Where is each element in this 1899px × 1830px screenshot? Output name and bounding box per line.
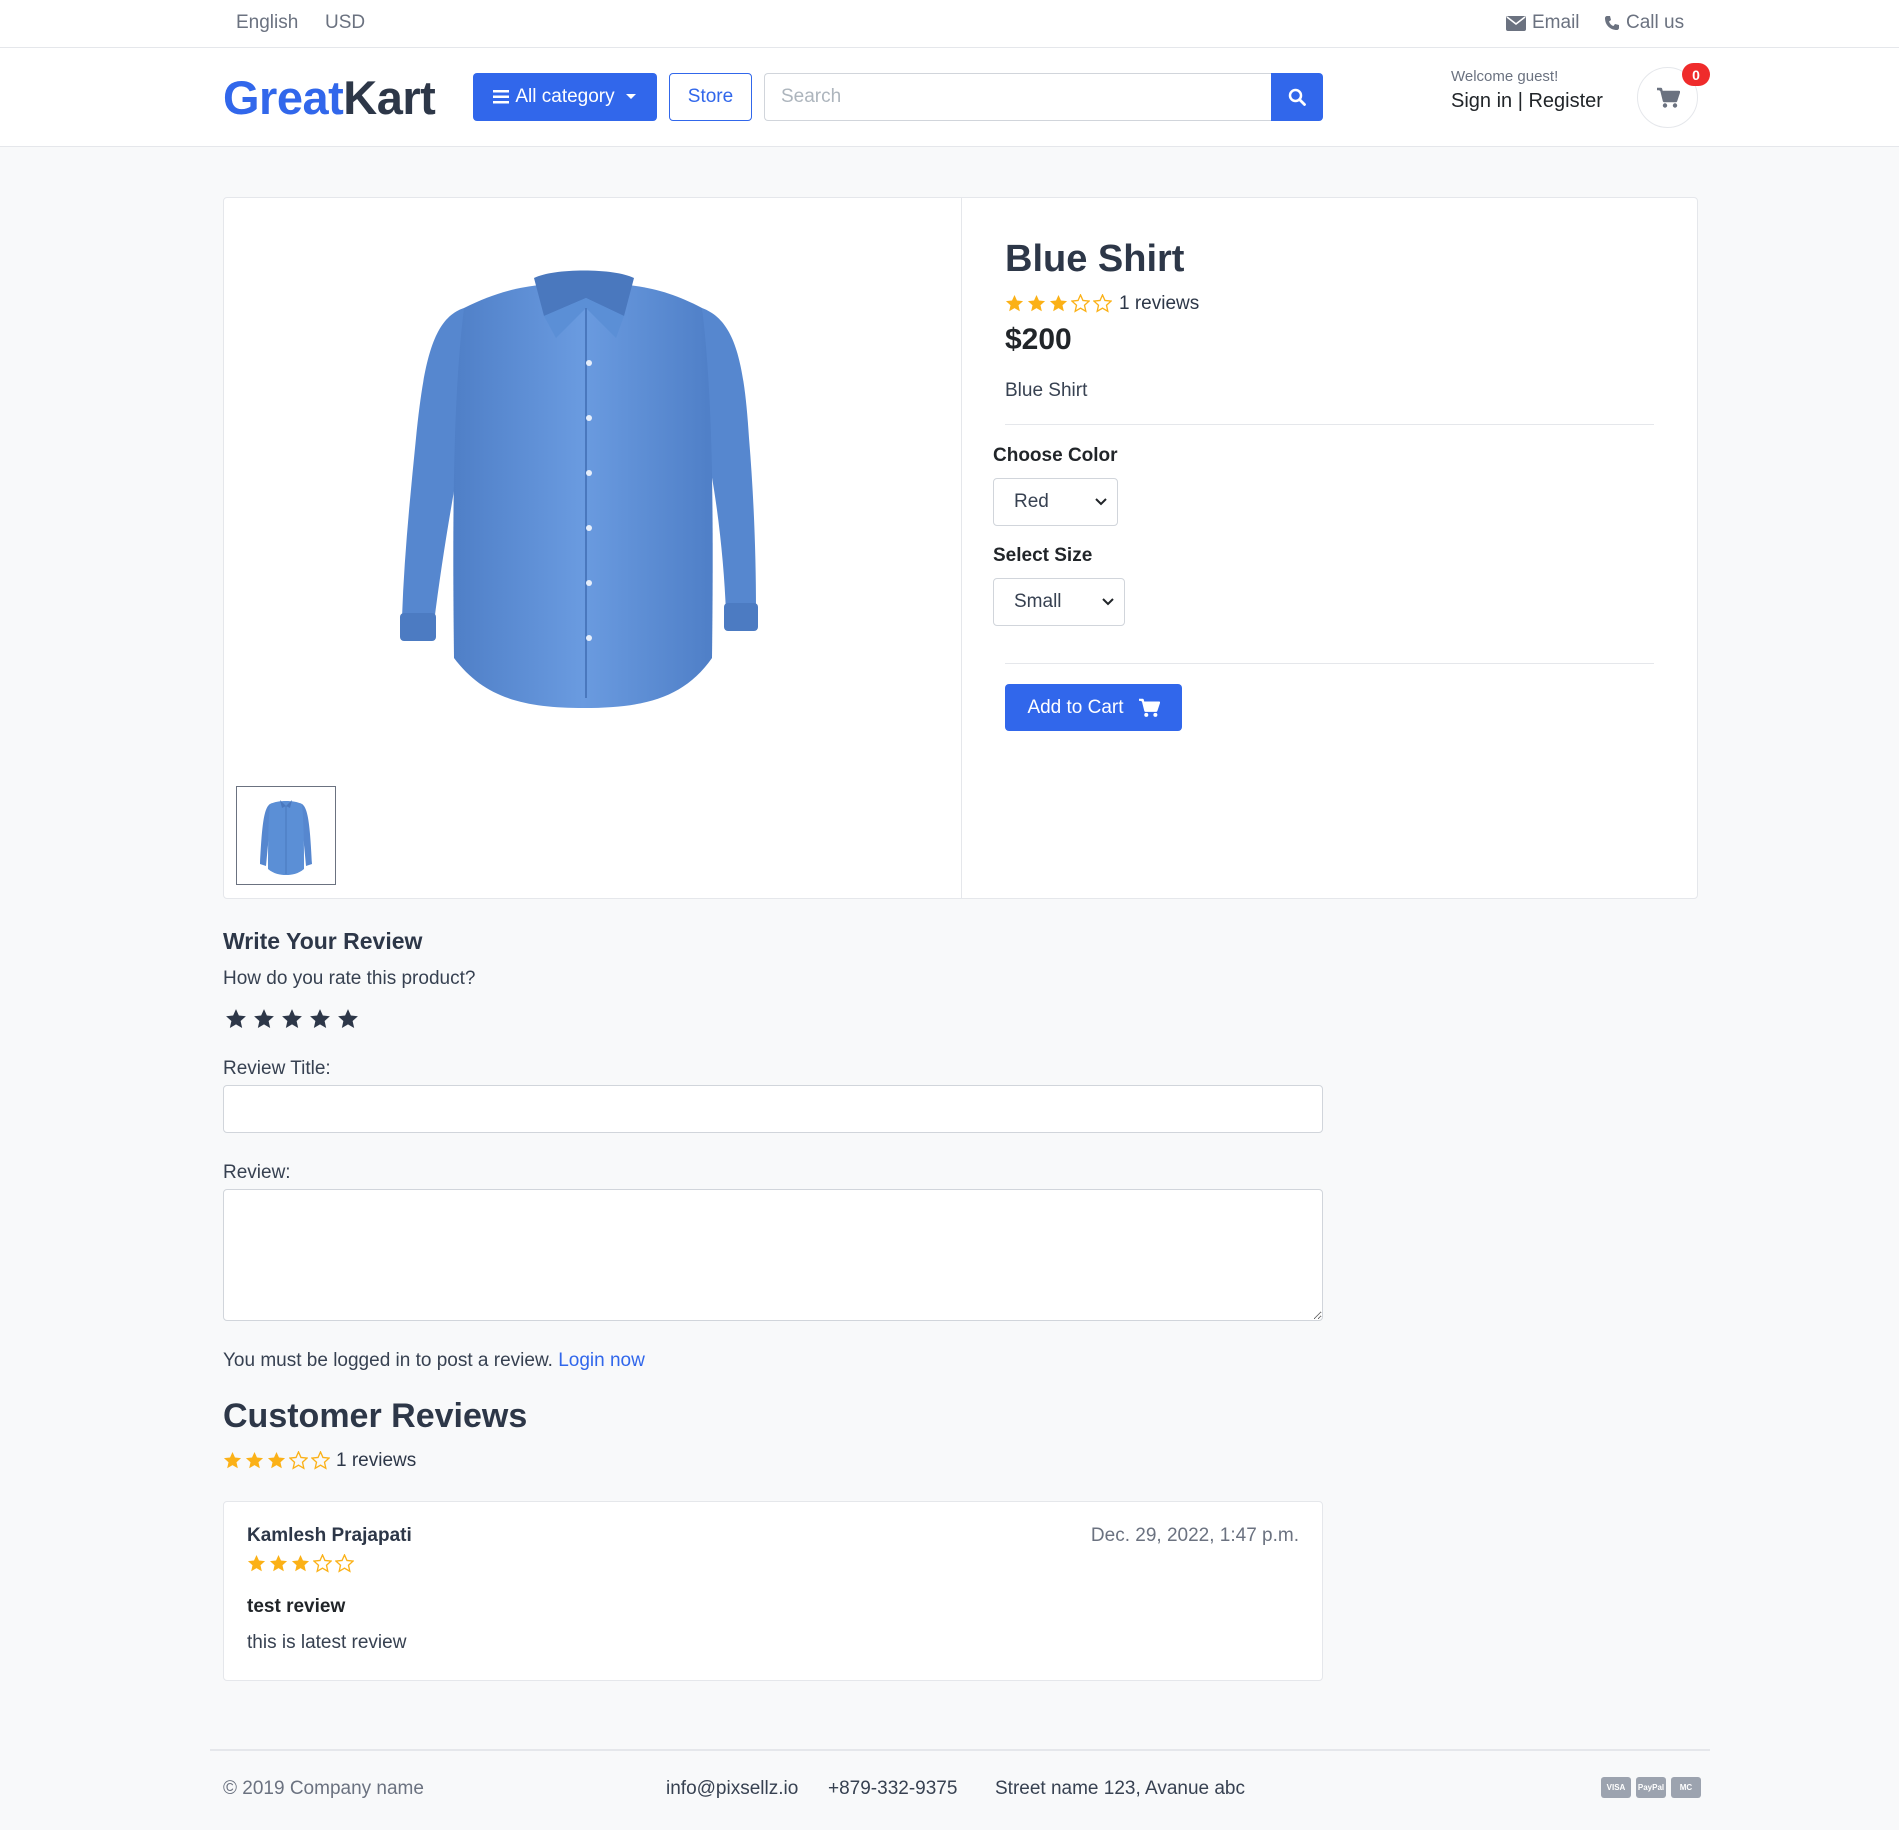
email-link[interactable]: Email xyxy=(1506,12,1580,34)
divider xyxy=(1005,663,1654,664)
product-rating-stars xyxy=(1005,294,1112,313)
top-bar: English USD Email Call us xyxy=(0,0,1899,48)
size-select[interactable]: Small xyxy=(993,578,1125,626)
footer-copyright: © 2019 Company name xyxy=(223,1778,424,1799)
rating-star-icon[interactable] xyxy=(337,1008,359,1030)
star-outline-icon xyxy=(289,1451,308,1470)
star-filled-icon xyxy=(247,1554,266,1572)
email-label: Email xyxy=(1532,12,1580,33)
language-selector[interactable]: English xyxy=(236,12,298,34)
login-required-text: You must be logged in to post a review. xyxy=(223,1350,553,1371)
reviewer-name: Kamlesh Prajapati xyxy=(247,1525,412,1546)
chevron-down-icon xyxy=(1095,498,1107,506)
color-select-value: Red xyxy=(1014,491,1049,512)
product-review-count[interactable]: 1 reviews xyxy=(1119,293,1199,315)
menu-icon xyxy=(493,90,510,104)
chevron-down-icon xyxy=(1102,598,1114,606)
review-body-textarea[interactable] xyxy=(223,1189,1323,1321)
auth-links: Sign in | Register xyxy=(1451,90,1603,113)
rating-input-stars[interactable] xyxy=(225,1008,359,1030)
star-outline-icon xyxy=(335,1554,354,1573)
welcome-text: Welcome guest! xyxy=(1451,68,1559,85)
currency-selector[interactable]: USD xyxy=(325,12,365,34)
footer-address: Street name 123, Avanue abc xyxy=(995,1778,1245,1799)
star-filled-icon xyxy=(269,1554,288,1572)
size-select-value: Small xyxy=(1014,591,1062,612)
shirt-thumbnail-image xyxy=(260,799,312,875)
paypal-icon: PayPal xyxy=(1636,1777,1666,1798)
store-button[interactable]: Store xyxy=(669,73,752,121)
review-body: this is latest review xyxy=(247,1632,407,1653)
search-button[interactable] xyxy=(1271,73,1323,121)
review-item: Kamlesh Prajapati Dec. 29, 2022, 1:47 p.… xyxy=(223,1501,1323,1681)
review-title-label: Review Title: xyxy=(223,1058,331,1079)
envelope-icon xyxy=(1506,15,1526,31)
phone-icon xyxy=(1605,16,1619,30)
rating-question: How do you rate this product? xyxy=(223,968,476,989)
payment-icons: VISA PayPal MC xyxy=(1601,1777,1701,1798)
logo-part-great: Great xyxy=(223,71,344,124)
cart-count-badge: 0 xyxy=(1682,63,1710,86)
mastercard-icon: MC xyxy=(1671,1777,1701,1798)
star-filled-icon xyxy=(223,1451,242,1469)
sign-in-link[interactable]: Sign in xyxy=(1451,90,1512,112)
call-label: Call us xyxy=(1626,12,1685,33)
star-filled-icon xyxy=(1027,294,1046,312)
cart-icon xyxy=(1138,698,1160,717)
divider xyxy=(1005,424,1654,425)
product-title: Blue Shirt xyxy=(1005,238,1185,280)
review-date: Dec. 29, 2022, 1:47 p.m. xyxy=(1090,1525,1299,1546)
write-review-heading: Write Your Review xyxy=(223,928,423,954)
select-size-label: Select Size xyxy=(993,545,1093,566)
card-divider xyxy=(961,198,962,898)
choose-color-label: Choose Color xyxy=(993,445,1118,466)
color-select[interactable]: Red xyxy=(993,478,1118,526)
review-title: test review xyxy=(247,1596,346,1617)
rating-star-icon[interactable] xyxy=(309,1008,331,1030)
search-input[interactable] xyxy=(764,73,1272,121)
call-link[interactable]: Call us xyxy=(1604,12,1684,34)
rating-star-icon[interactable] xyxy=(225,1008,247,1030)
product-main-image xyxy=(324,238,884,718)
product-price: $200 xyxy=(1005,323,1072,356)
site-logo[interactable]: GreatKart xyxy=(223,70,436,125)
search-icon xyxy=(1288,88,1306,106)
review-body-label: Review: xyxy=(223,1162,291,1183)
customer-reviews-count: 1 reviews xyxy=(336,1450,417,1471)
star-outline-icon xyxy=(313,1554,332,1573)
add-to-cart-button[interactable]: Add to Cart xyxy=(1005,684,1182,731)
star-outline-icon xyxy=(311,1451,330,1470)
all-category-button[interactable]: All category xyxy=(473,73,657,121)
star-filled-icon xyxy=(1049,294,1068,312)
star-outline-icon xyxy=(1071,294,1090,313)
cart-icon xyxy=(1656,87,1680,108)
caret-down-icon xyxy=(625,94,636,99)
review-rating-stars xyxy=(247,1554,354,1573)
product-thumbnail[interactable] xyxy=(236,786,336,885)
logo-part-kart: Kart xyxy=(343,71,436,124)
star-filled-icon xyxy=(1005,294,1024,312)
visa-icon: VISA xyxy=(1601,1777,1631,1798)
footer-divider xyxy=(210,1749,1710,1751)
all-category-label: All category xyxy=(515,86,615,107)
add-to-cart-label: Add to Cart xyxy=(1027,696,1124,718)
star-outline-icon xyxy=(1093,294,1112,313)
product-description: Blue Shirt xyxy=(1005,380,1088,401)
login-now-link[interactable]: Login now xyxy=(558,1350,645,1371)
star-filled-icon xyxy=(245,1451,264,1469)
main-header: GreatKart All category Store Welcome gue… xyxy=(0,48,1899,147)
auth-separator: | xyxy=(1517,90,1523,112)
customer-reviews-heading: Customer Reviews xyxy=(223,1397,528,1435)
footer-email[interactable]: info@pixsellz.io xyxy=(666,1778,798,1800)
star-filled-icon xyxy=(267,1451,286,1469)
product-card: Blue Shirt 1 reviews $200 Blue Shirt Cho… xyxy=(223,197,1698,899)
login-required-notice: You must be logged in to post a review. … xyxy=(223,1350,645,1372)
rating-star-icon[interactable] xyxy=(253,1008,275,1030)
customer-reviews-stars xyxy=(223,1451,330,1470)
footer-phone[interactable]: +879-332-9375 xyxy=(828,1778,957,1800)
review-title-input[interactable] xyxy=(223,1085,1323,1133)
register-link[interactable]: Register xyxy=(1528,90,1602,112)
star-filled-icon xyxy=(291,1554,310,1572)
rating-star-icon[interactable] xyxy=(281,1008,303,1030)
